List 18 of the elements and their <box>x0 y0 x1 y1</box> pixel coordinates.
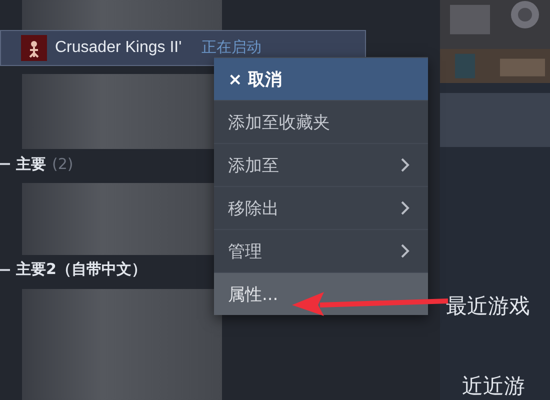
chevron-right-icon <box>400 200 410 216</box>
menu-item[interactable]: 添加至 <box>214 143 428 186</box>
game-icon <box>21 34 47 61</box>
game-title: Crusader Kings II' <box>55 38 182 57</box>
collapse-icon[interactable] <box>0 163 10 166</box>
section-title[interactable]: 主要 <box>16 154 46 174</box>
game-status: 正在启动 <box>202 38 262 58</box>
menu-item[interactable]: 属性... <box>214 272 428 315</box>
menu-item[interactable]: 移除出 <box>214 186 428 229</box>
recent-games-heading: 最近游戏 <box>445 293 531 320</box>
menu-item[interactable]: × 取消 <box>214 57 428 100</box>
chevron-right-icon <box>400 157 410 173</box>
collapse-icon[interactable] <box>0 268 10 271</box>
section-title[interactable]: 主要2（自带中文） <box>16 260 146 280</box>
chevron-right-icon <box>400 243 410 259</box>
menu-item[interactable]: 添加至收藏夹 <box>214 100 428 143</box>
recent-games-heading: 近近游 <box>461 373 526 400</box>
section-count: (2) <box>52 155 74 174</box>
